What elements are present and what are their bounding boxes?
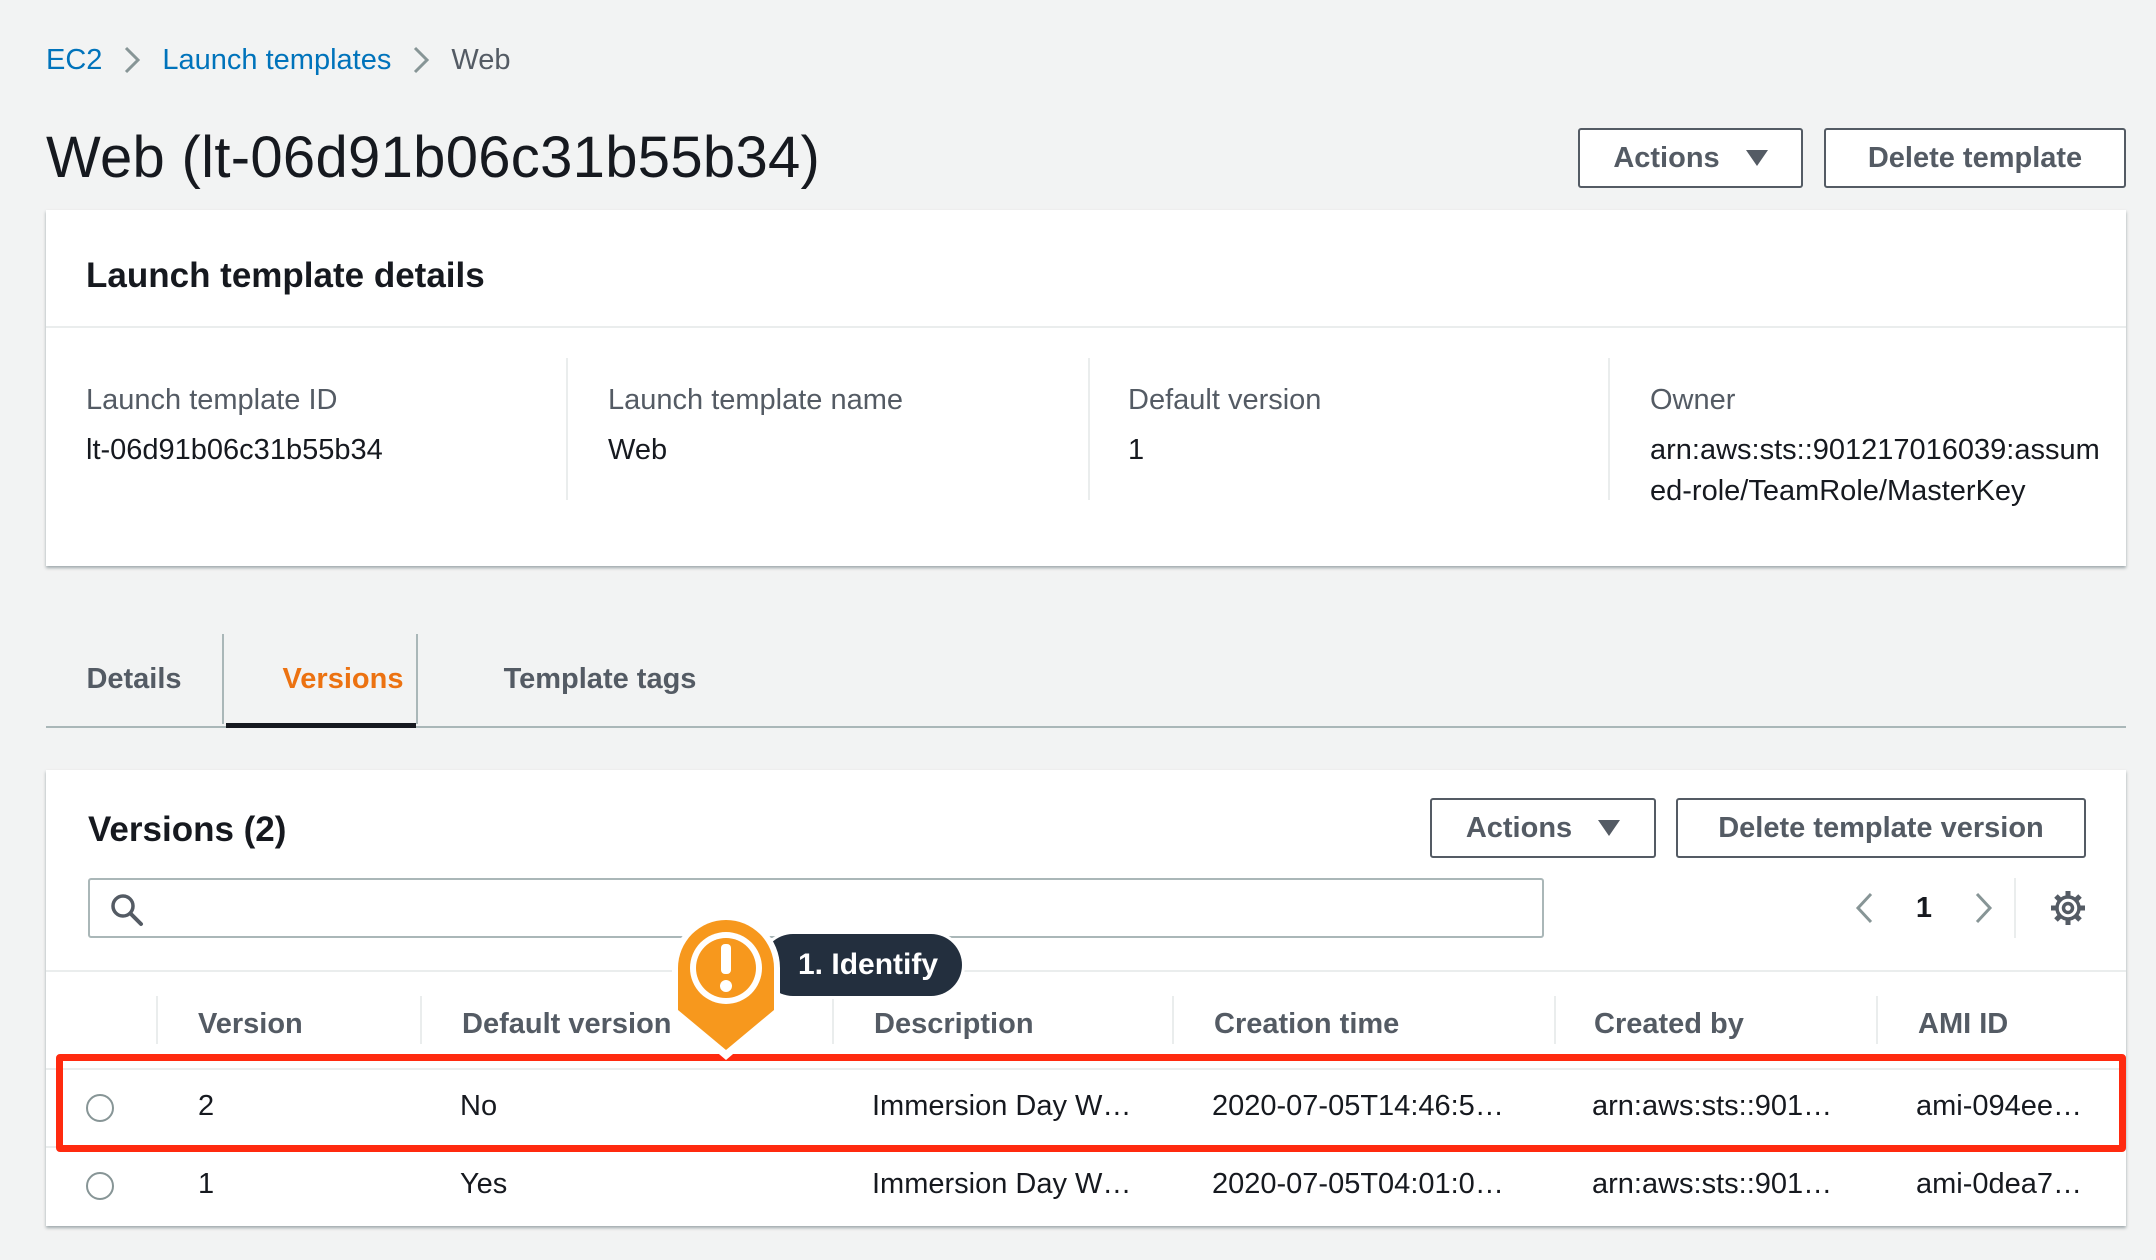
cell-default-version: Yes: [460, 1168, 508, 1200]
highlight-box: [56, 1054, 2126, 1152]
versions-panel: Versions (2) Actions Delete template ver…: [46, 770, 2126, 1226]
search-field[interactable]: [88, 878, 1544, 938]
actions-button-label: Actions: [1465, 811, 1573, 844]
caret-down-icon: [1598, 820, 1621, 836]
divider: [420, 996, 422, 1044]
actions-button-label: Actions: [1613, 141, 1720, 174]
field-owner: Owner arn:aws:sts::901217016039:assum ed…: [1650, 380, 2100, 512]
callout-badge: [666, 910, 786, 1066]
gear-icon[interactable]: [2050, 890, 2086, 931]
page-title: Web (lt-06d91b06c31b55b34): [46, 125, 821, 190]
table-row[interactable]: 1 Yes Immersion Day W… 2020-07-05T04:01:…: [46, 1146, 2126, 1226]
breadcrumb: EC2 Launch templates Web: [46, 40, 510, 80]
field-value: lt-06d91b06c31b55b34: [86, 434, 383, 466]
actions-button[interactable]: Actions: [1578, 128, 1803, 188]
divider: [832, 996, 834, 1044]
caret-down-icon: [1745, 150, 1768, 166]
divider: [1876, 996, 1878, 1044]
tabs: Details Versions Template tags: [46, 630, 2126, 728]
chevron-right-icon: [102, 45, 162, 75]
chevron-right-icon: [391, 45, 451, 75]
delete-template-label: Delete template: [1867, 141, 2083, 174]
tab-template-tags[interactable]: Template tags: [418, 630, 782, 728]
column-header-created-by[interactable]: Created by: [1594, 1008, 1744, 1041]
breadcrumb-current: Web: [451, 43, 511, 76]
column-header-description[interactable]: Description: [874, 1008, 1034, 1041]
search-input[interactable]: [160, 888, 1530, 928]
column-header-ami-id[interactable]: AMI ID: [1918, 1008, 2008, 1041]
cell-version: 1: [198, 1168, 215, 1200]
breadcrumb-ec2-link[interactable]: EC2: [46, 44, 102, 77]
versions-title: Versions (2): [88, 810, 287, 849]
chevron-right-icon[interactable]: [1964, 891, 2004, 925]
divider: [1172, 996, 1174, 1044]
details-title: Launch template details: [86, 256, 485, 295]
cell-description: Immersion Day W…: [872, 1168, 1132, 1200]
divider: [1554, 996, 1556, 1044]
search-icon: [110, 893, 144, 932]
field-label: Launch template ID: [86, 384, 338, 416]
tab-details[interactable]: Details: [46, 630, 222, 728]
page-number[interactable]: 1: [1884, 892, 1964, 925]
divider: [222, 634, 224, 724]
versions-actions-button[interactable]: Actions: [1430, 798, 1656, 858]
field-label: Owner: [1650, 384, 1736, 416]
field-default-version: Default version 1: [1128, 380, 1321, 471]
field-launch-template-id: Launch template ID lt-06d91b06c31b55b34: [86, 380, 383, 471]
pagination: 1: [1844, 878, 2004, 938]
active-tab-indicator: [226, 723, 416, 728]
delete-template-button[interactable]: Delete template: [1824, 128, 2126, 188]
field-label: Default version: [1128, 384, 1322, 416]
breadcrumb-launch-templates-link[interactable]: Launch templates: [162, 44, 391, 77]
column-header-default-version[interactable]: Default version: [462, 1008, 672, 1041]
delete-template-version-button[interactable]: Delete template version: [1676, 798, 2086, 858]
cell-creation-time: 2020-07-05T04:01:0…: [1212, 1168, 1504, 1200]
column-header-version[interactable]: Version: [198, 1008, 303, 1041]
divider: [1608, 358, 1610, 500]
field-value: 1: [1128, 434, 1145, 466]
field-label: Launch template name: [608, 384, 904, 416]
field-value-line2: ed-role/TeamRole/MasterKey: [1650, 475, 2026, 507]
cell-ami-id: ami-0dea7…: [1916, 1168, 2083, 1200]
divider: [566, 358, 568, 500]
divider: [2014, 878, 2016, 938]
divider: [156, 996, 158, 1044]
exclamation-badge-icon: [672, 914, 780, 1060]
delete-template-version-label: Delete template version: [1718, 811, 2044, 844]
cell-created-by: arn:aws:sts::901…: [1592, 1168, 1833, 1200]
field-value: Web: [608, 434, 668, 466]
chevron-left-icon[interactable]: [1844, 891, 1884, 925]
callout-label: 1. Identify: [762, 934, 963, 996]
field-value-line1: arn:aws:sts::901217016039:assum: [1650, 434, 2100, 466]
field-launch-template-name: Launch template name Web: [608, 380, 903, 471]
launch-template-details-panel: Launch template details Launch template …: [46, 210, 2126, 566]
column-header-creation-time[interactable]: Creation time: [1214, 1008, 1399, 1041]
divider: [46, 326, 2126, 328]
divider: [1088, 358, 1090, 500]
row-select-radio[interactable]: [86, 1172, 114, 1200]
